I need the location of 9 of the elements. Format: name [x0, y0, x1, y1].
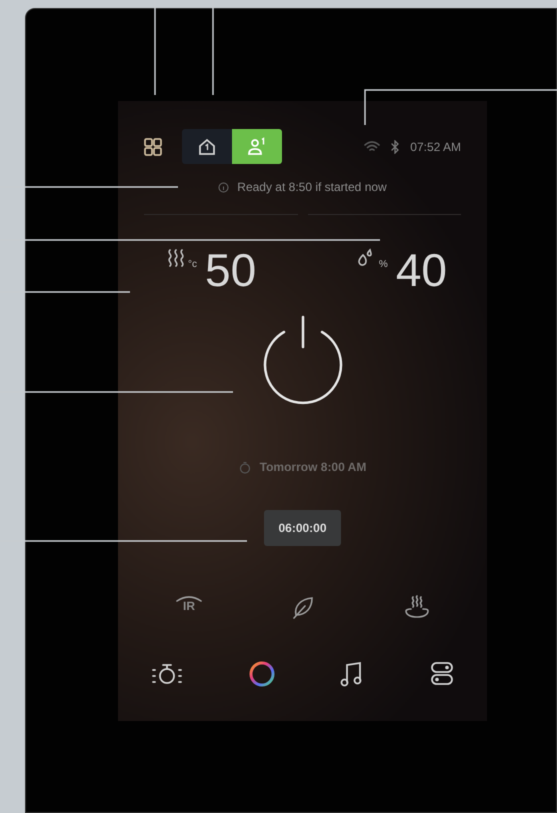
- clock-time: 07:52 AM: [410, 140, 461, 154]
- unit-label: %: [378, 259, 388, 270]
- timer-duration-button[interactable]: 06:00:00: [264, 510, 341, 546]
- temperature-value[interactable]: 50: [205, 247, 256, 293]
- ready-time-message: Ready at 8:50 if started now: [237, 180, 387, 194]
- humidity-value[interactable]: 40: [396, 247, 447, 293]
- unit-label: °c: [188, 259, 197, 270]
- scheduled-start-time: Tomorrow 8:00 AM: [260, 460, 366, 474]
- infrared-button[interactable]: IR: [174, 594, 204, 620]
